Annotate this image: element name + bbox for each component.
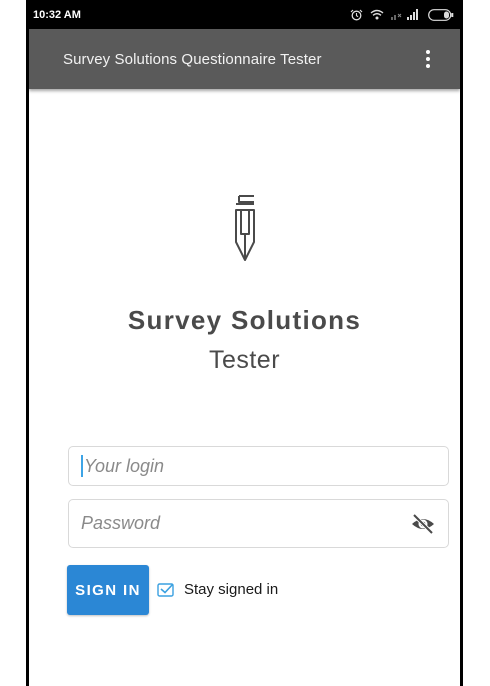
alarm-icon xyxy=(350,9,363,20)
password-field[interactable]: Password xyxy=(68,499,449,548)
login-field[interactable]: Your login xyxy=(68,446,449,486)
overflow-menu-icon[interactable] xyxy=(416,44,440,74)
device-screen: 10:32 AM Survey Solutions Questionnaire … xyxy=(26,0,463,686)
stay-signed-in-checkbox[interactable]: Stay signed in xyxy=(157,581,278,598)
brand-title: Survey Solutions xyxy=(127,305,362,335)
app-title: Survey Solutions Questionnaire Tester xyxy=(63,50,322,68)
app-bar: Survey Solutions Questionnaire Tester xyxy=(29,29,460,89)
login-placeholder: Your login xyxy=(84,455,165,476)
eye-off-icon[interactable] xyxy=(410,513,436,535)
stay-signed-in-label: Stay signed in xyxy=(184,581,279,598)
brand-subtitle: Tester xyxy=(208,346,281,374)
status-bar: 10:32 AM xyxy=(29,0,460,29)
status-time: 10:32 AM xyxy=(33,8,81,21)
signal-icon xyxy=(391,9,418,20)
text-caret xyxy=(81,455,83,477)
pencil-logo-icon xyxy=(235,195,255,261)
sign-in-button[interactable]: SIGN IN xyxy=(67,565,149,615)
wifi-icon xyxy=(370,9,384,20)
password-placeholder: Password xyxy=(81,513,161,533)
checkbox-checked-icon[interactable] xyxy=(157,582,175,598)
battery-icon xyxy=(428,8,454,21)
status-icons xyxy=(350,8,454,21)
